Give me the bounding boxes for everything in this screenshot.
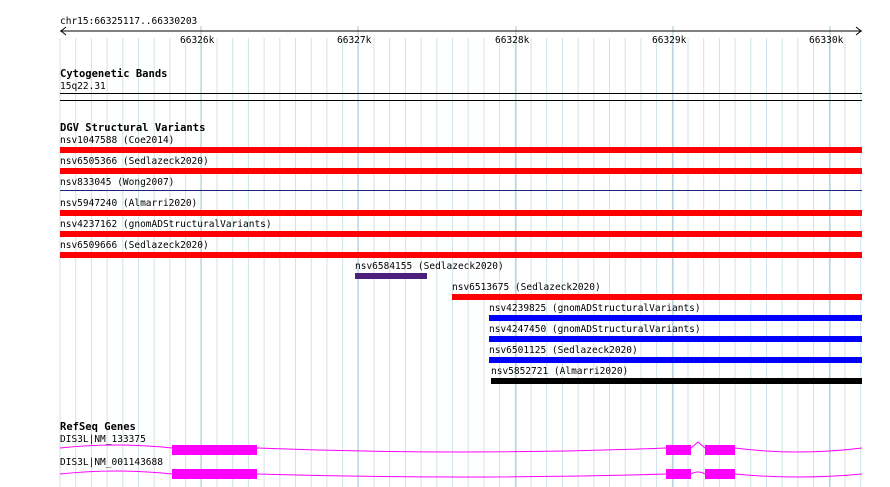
variant-label[interactable]: nsv4239825 (gnomADStructuralVariants) [489, 303, 701, 314]
variant-bar[interactable] [60, 252, 862, 258]
ruler-tick-label: 66328k [495, 35, 530, 46]
variant-bar[interactable] [60, 190, 862, 191]
cytoband-label[interactable]: 15q22.31 [60, 81, 106, 92]
variant-label[interactable]: nsv4247450 (gnomADStructuralVariants) [489, 324, 701, 335]
dgv-track-title: DGV Structural Variants [60, 122, 206, 134]
variant-bar[interactable] [355, 273, 427, 279]
variant-bar[interactable] [489, 336, 862, 342]
variant-bar[interactable] [60, 231, 862, 237]
ruler-tick-label: 66329k [652, 35, 687, 46]
cytoband-outline-top [60, 93, 862, 94]
variant-bar[interactable] [489, 315, 862, 321]
cytoband-outline-bottom [60, 100, 862, 101]
variant-label[interactable]: nsv6505366 (Sedlazeck2020) [60, 156, 209, 167]
variant-bar[interactable] [452, 294, 862, 300]
variant-label[interactable]: nsv6584155 (Sedlazeck2020) [355, 261, 504, 272]
variant-label[interactable]: nsv5852721 (Almarri2020) [491, 366, 628, 377]
ruler-tick-label: 66327k [337, 35, 372, 46]
variant-label[interactable]: nsv1047588 (Coe2014) [60, 135, 174, 146]
variant-bar[interactable] [60, 168, 862, 174]
gene-model[interactable] [0, 466, 890, 486]
ruler-axis[interactable] [0, 0, 890, 50]
ruler-tick-label: 66326k [180, 35, 215, 46]
ruler-tick-label: 66330k [809, 35, 844, 46]
refseq-track-title: RefSeq Genes [60, 421, 136, 433]
variant-label[interactable]: nsv5947240 (Almarri2020) [60, 198, 197, 209]
variant-label[interactable]: nsv6509666 (Sedlazeck2020) [60, 240, 209, 251]
cytogenetic-track-title: Cytogenetic Bands [60, 68, 168, 80]
variant-bar[interactable] [491, 378, 862, 384]
variant-bar[interactable] [489, 357, 862, 363]
variant-label[interactable]: nsv6501125 (Sedlazeck2020) [489, 345, 638, 356]
variant-label[interactable]: nsv4237162 (gnomADStructuralVariants) [60, 219, 272, 230]
variant-bar[interactable] [60, 210, 862, 216]
variant-bar[interactable] [60, 147, 862, 153]
variant-label[interactable]: nsv6513675 (Sedlazeck2020) [452, 282, 601, 293]
variant-label[interactable]: nsv833045 (Wong2007) [60, 177, 174, 188]
